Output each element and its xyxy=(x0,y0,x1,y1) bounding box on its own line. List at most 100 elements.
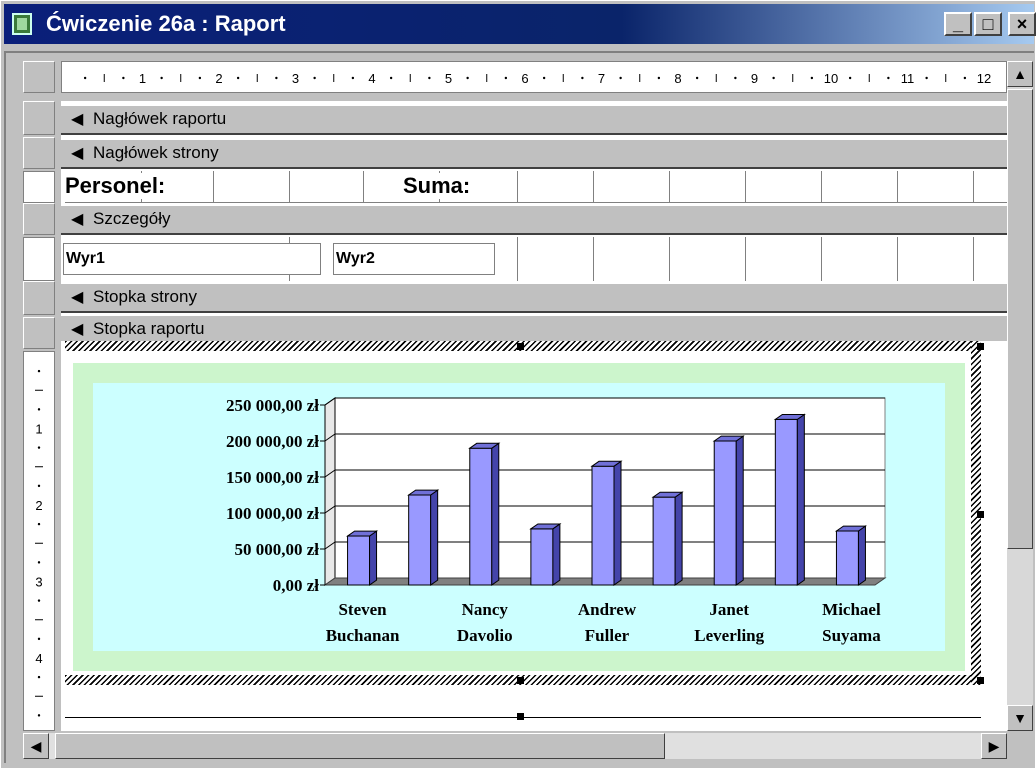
wyr2-textbox[interactable]: Wyr2 xyxy=(333,243,495,275)
ruler-tick xyxy=(236,76,240,80)
band-arrow-icon: ◀ xyxy=(71,289,84,306)
band-detail[interactable]: ◀ Szczegóły xyxy=(61,205,1007,235)
ruler-tick xyxy=(810,76,814,80)
band-selector-report-footer[interactable] xyxy=(23,317,55,349)
bar-side xyxy=(491,442,500,586)
title-bar[interactable]: Ćwiczenie 26a : Raport _ □ × xyxy=(4,4,1036,44)
bar-side xyxy=(674,491,683,586)
band-selector-detail[interactable] xyxy=(23,203,55,235)
ruler-tick xyxy=(925,76,928,80)
bar xyxy=(408,494,432,586)
band-selector-report-header[interactable] xyxy=(23,101,55,135)
ruler-label: 3 xyxy=(35,575,42,590)
chart-frame[interactable]: 250 000,00 zł 200 000,00 zł 150 000,00 zł 1… xyxy=(73,363,965,671)
ruler-label: 1 xyxy=(139,71,146,86)
minimize-button[interactable]: _ xyxy=(944,12,972,36)
ruler-label: 11 xyxy=(901,71,915,86)
ruler-tick xyxy=(542,76,546,80)
ruler-svg: 1 2 3 4 5 6 7 8 9 10 11 12 xyxy=(83,71,991,86)
ruler-tick xyxy=(772,76,775,80)
vruler-svg: 1 2 3 4 xyxy=(35,369,43,717)
resize-handle[interactable] xyxy=(517,343,524,350)
bar xyxy=(652,496,676,586)
bar xyxy=(469,447,493,586)
y-tick-label: 100 000,00 zł xyxy=(226,504,319,523)
page-header-section: Personel: Suma: xyxy=(61,171,1007,203)
ruler-tick xyxy=(160,76,163,80)
scroll-down-button[interactable]: ▼ xyxy=(1007,705,1033,731)
ruler-tick xyxy=(389,76,393,80)
x-tick-label: Andrew xyxy=(578,600,637,619)
ruler-label: 9 xyxy=(751,71,758,86)
ruler-label: 7 xyxy=(598,71,605,86)
horizontal-scrollbar[interactable]: ◀ ▶ xyxy=(23,733,1007,759)
personel-label[interactable]: Personel: xyxy=(65,173,166,199)
close-button[interactable]: × xyxy=(1008,12,1036,36)
bar xyxy=(835,530,859,586)
ruler-tick xyxy=(37,522,41,526)
ruler-tick xyxy=(313,76,316,80)
size-grip[interactable] xyxy=(1007,733,1033,759)
ruler-tick xyxy=(351,76,355,80)
ruler-label: 3 xyxy=(292,71,299,86)
vertical-ruler[interactable]: 1 2 3 4 xyxy=(23,101,55,731)
window-title: Ćwiczenie 26a : Raport xyxy=(46,11,286,36)
ruler-tick xyxy=(37,446,41,449)
ruler-tick xyxy=(657,76,661,80)
ruler-label: 12 xyxy=(977,71,991,86)
scroll-left-button[interactable]: ◀ xyxy=(23,733,49,759)
report-icon[interactable] xyxy=(12,13,32,35)
horizontal-scroll-thumb[interactable] xyxy=(55,733,665,759)
bar xyxy=(774,418,798,586)
bar-chart: 250 000,00 zł 200 000,00 zł 150 000,00 zł 1… xyxy=(226,396,887,645)
ruler-label: 4 xyxy=(35,651,42,666)
y-tick-label: 250 000,00 zł xyxy=(226,396,319,415)
resize-handle[interactable] xyxy=(977,511,984,518)
y-tick-label: 150 000,00 zł xyxy=(226,468,319,487)
band-selector-page-footer[interactable] xyxy=(23,281,55,315)
ruler-label: 1 xyxy=(35,422,42,437)
y-tick-label: 200 000,00 zł xyxy=(226,432,319,451)
resize-handle[interactable] xyxy=(977,677,984,684)
suma-label[interactable]: Suma: xyxy=(403,173,471,199)
band-page-header[interactable]: ◀ Nagłówek strony xyxy=(61,139,1007,169)
band-selector-page-header[interactable] xyxy=(23,137,55,169)
band-label: Stopka raportu xyxy=(93,319,205,338)
scroll-up-button[interactable]: ▲ xyxy=(1007,61,1033,87)
horizontal-ruler[interactable]: 1 2 3 4 5 6 7 8 9 10 11 12 xyxy=(61,61,1007,93)
band-arrow-icon: ◀ xyxy=(71,211,84,228)
ruler-tick xyxy=(83,76,87,80)
maximize-button[interactable]: □ xyxy=(974,12,1002,36)
ruler-tick xyxy=(37,561,41,564)
bar xyxy=(713,440,737,586)
ruler-label: 2 xyxy=(215,71,222,86)
band-report-header[interactable]: ◀ Nagłówek raportu xyxy=(61,105,1007,135)
x-tick-label: Suyama xyxy=(822,626,881,645)
x-tick-label: Michael xyxy=(822,600,881,619)
y-tick-label: 50 000,00 zł xyxy=(234,540,319,559)
vertical-scrollbar[interactable]: ▲ ▼ xyxy=(1007,61,1033,731)
x-tick-label: Fuller xyxy=(585,626,630,645)
resize-handle[interactable] xyxy=(517,677,524,684)
bar-side xyxy=(369,530,378,586)
band-arrow-icon: ◀ xyxy=(71,145,84,162)
ruler-tick xyxy=(963,76,967,80)
band-label: Szczegóły xyxy=(93,209,171,228)
y-tick-label: 0,00 zł xyxy=(273,576,320,595)
band-label: Stopka strony xyxy=(93,287,197,306)
vertical-scroll-thumb[interactable] xyxy=(1007,89,1033,549)
ruler-tick xyxy=(37,484,41,488)
ruler-label: 6 xyxy=(521,71,528,86)
ruler-label: 4 xyxy=(368,71,375,86)
bar xyxy=(530,528,554,586)
design-surface: ◀ Nagłówek raportu ◀ Nagłówek strony Per… xyxy=(61,101,1007,731)
band-page-footer[interactable]: ◀ Stopka strony xyxy=(61,283,1007,313)
x-tick-label: Nancy xyxy=(462,600,509,619)
wyr1-textbox[interactable]: Wyr1 xyxy=(63,243,321,275)
report-selector[interactable] xyxy=(23,61,55,93)
ruler-tick xyxy=(734,76,737,80)
chart-area[interactable]: 250 000,00 zł 200 000,00 zł 150 000,00 zł 1… xyxy=(93,383,945,651)
resize-handle[interactable] xyxy=(977,343,984,350)
ruler-tick xyxy=(695,76,699,80)
scroll-right-button[interactable]: ▶ xyxy=(981,733,1007,759)
